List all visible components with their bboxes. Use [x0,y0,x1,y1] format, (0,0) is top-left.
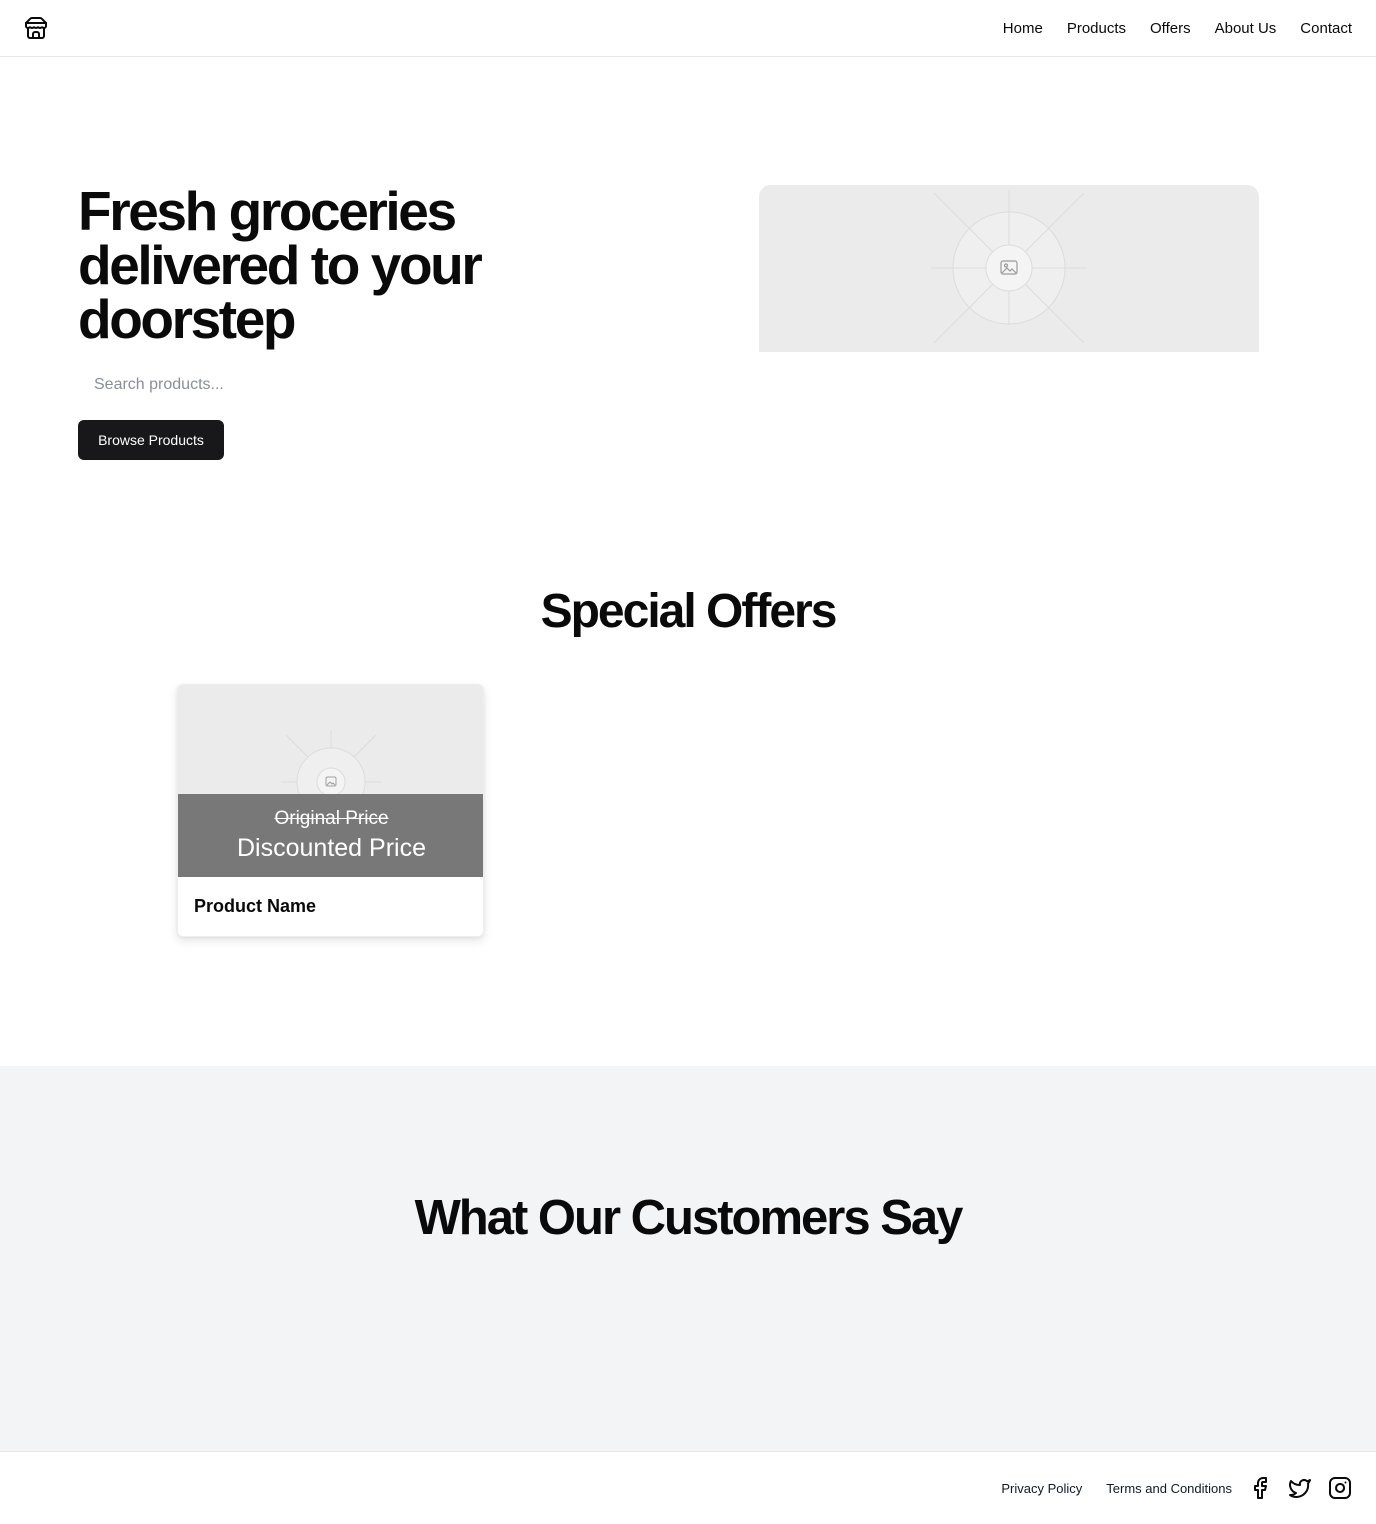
special-offers-title: Special Offers [540,585,838,638]
main-nav: Home Products Offers About Us Contact [1003,0,1352,56]
search-input[interactable] [78,366,378,404]
original-price: Original Price [274,808,389,829]
testimonials-section: What Our Customers Say [0,1066,1376,1451]
instagram-icon[interactable] [1328,1476,1352,1500]
browse-products-button[interactable]: Browse Products [78,420,224,460]
twitter-icon[interactable] [1288,1476,1312,1500]
facebook-icon[interactable] [1248,1476,1272,1500]
footer-links: Privacy Policy Terms and Conditions [1001,1452,1352,1524]
privacy-policy-link[interactable]: Privacy Policy [1001,1481,1082,1496]
terms-and-conditions-link[interactable]: Terms and Conditions [1106,1481,1232,1496]
store-icon[interactable] [24,16,48,40]
discounted-price: Discounted Price [237,834,426,862]
testimonials-title: What Our Customers Say [414,1191,964,1245]
hero-title: Fresh groceries delivered to your doorst… [78,180,483,350]
nav-contact[interactable]: Contact [1300,20,1352,37]
nav-about-us[interactable]: About Us [1215,20,1277,37]
nav-products[interactable]: Products [1067,20,1126,37]
hero-image [759,185,1259,352]
product-name: Product Name [194,896,317,916]
product-card[interactable]: Original Price Discounted Price Product … [177,684,484,937]
site-header: Home Products Offers About Us Contact [0,0,1376,57]
nav-home[interactable]: Home [1003,20,1043,37]
price-overlay: Original Price Discounted Price [178,794,483,877]
social-links [1248,1476,1352,1500]
product-image: Original Price Discounted Price [178,685,483,877]
site-footer: Privacy Policy Terms and Conditions [0,1451,1376,1524]
image-placeholder-icon [931,190,1087,344]
nav-offers[interactable]: Offers [1150,20,1191,37]
